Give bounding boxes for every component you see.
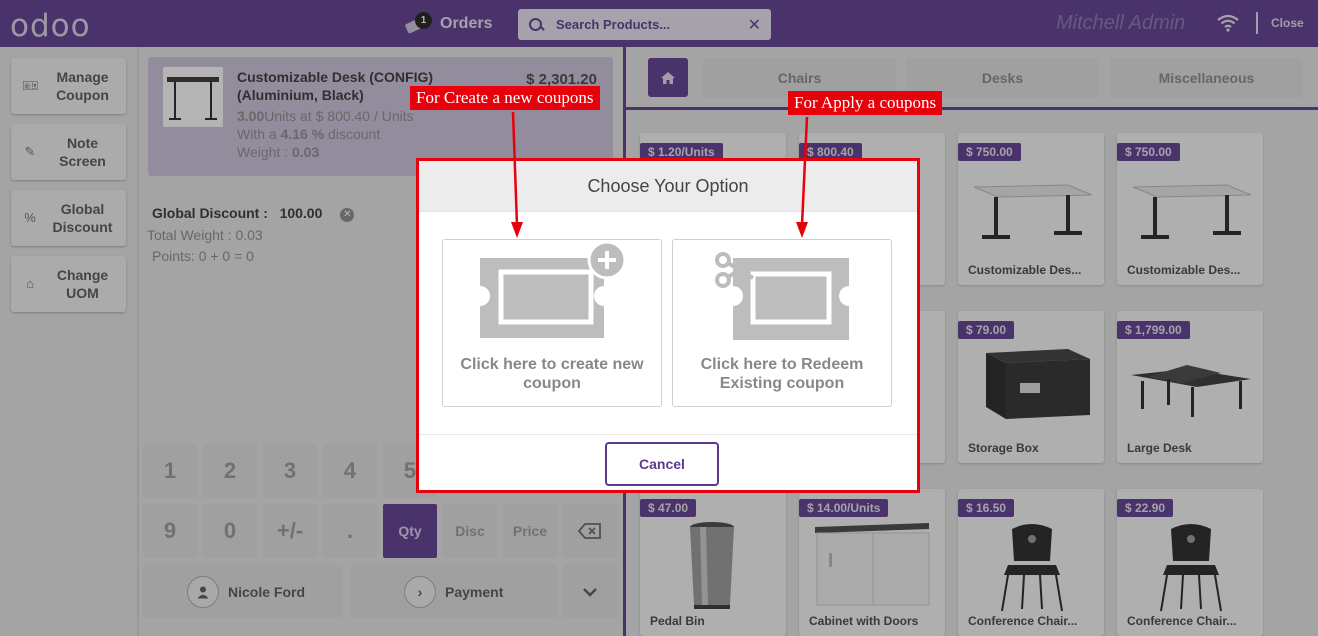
annotation-arrows — [511, 111, 809, 238]
